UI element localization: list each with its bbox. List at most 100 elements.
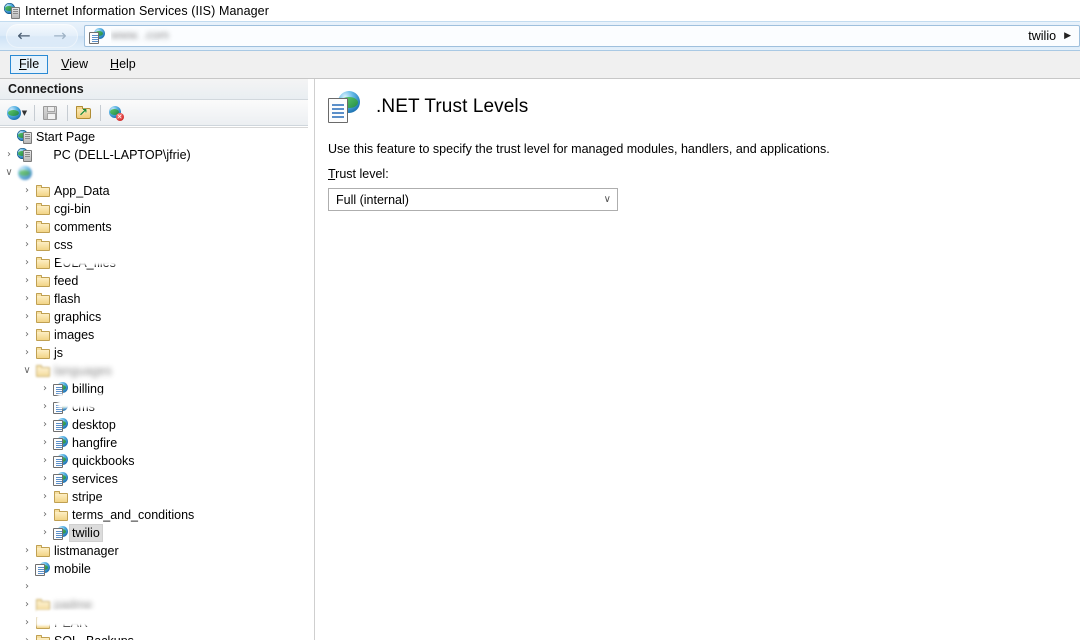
menu-bar: File View Help [0,51,1080,79]
chevron-right-icon[interactable]: › [20,596,34,614]
forward-arrow-icon[interactable]: → [53,28,66,44]
folder-icon [34,308,51,326]
tree-icon-none [34,578,51,596]
chevron-right-icon[interactable]: › [20,632,34,640]
chevron-right-icon[interactable]: › [38,470,52,488]
breadcrumb-current-node[interactable]: twilio [1028,29,1056,43]
chevron-down-icon[interactable]: ∨ [20,362,34,380]
chevron-right-icon[interactable]: › [38,434,52,452]
tree-item-cgi-bin[interactable]: › cgi-bin [0,200,308,218]
tree-item-terms-and-conditions[interactable]: › terms_and_conditions [0,506,308,524]
menu-item-view[interactable]: View [52,55,97,74]
page-title: .NET Trust Levels [376,96,529,117]
app-icon [52,416,69,434]
chevron-right-icon[interactable]: › [20,560,34,578]
main-content: .NET Trust Levels Use this feature to sp… [316,79,1080,640]
chevron-right-icon[interactable]: › [20,326,34,344]
tree-item-label: hangfire [72,436,118,450]
tree-item-label: feed [54,274,79,288]
panel-splitter[interactable] [308,79,315,640]
chevron-right-icon[interactable]: › [2,146,16,164]
tree-item-desktop[interactable]: › desktop [0,416,308,434]
save-icon[interactable] [39,103,61,123]
redaction-smudge [60,250,235,265]
app-icon [52,470,69,488]
chevron-down-icon: ∨ [603,194,611,205]
app-icon [52,452,69,470]
chevron-right-icon[interactable]: › [38,524,52,542]
tree-item-redacted-2[interactable]: ∨ [0,164,308,182]
tree-item-pc-dell-laptop-jfrie[interactable]: › PC (DELL-LAPTOP\jfrie) [0,146,308,164]
tree-item-hangfire[interactable]: › hangfire [0,434,308,452]
chevron-right-icon[interactable]: › [20,614,34,632]
breadcrumb-current-group: twilio ▶ [1028,29,1079,43]
chevron-right-icon[interactable]: › [38,452,52,470]
tree-item-images[interactable]: › images [0,326,308,344]
chevron-right-icon[interactable]: › [38,506,52,524]
tree-item-app-data[interactable]: › App_Data [0,182,308,200]
connections-header: Connections [0,79,308,100]
menu-file-rest: ile [26,57,40,71]
chevron-right-icon[interactable]: › [20,290,34,308]
trust-level-select[interactable]: Full (internal) ∨ [328,188,618,211]
chevron-right-icon[interactable]: › [20,236,34,254]
chevron-right-icon[interactable]: › [20,272,34,290]
tree-item-listmanager[interactable]: › listmanager [0,542,308,560]
tree-item-label: graphics [54,310,102,324]
page-header: .NET Trust Levels [316,79,1080,123]
chevron-right-icon[interactable]: › [20,308,34,326]
redaction-smudge [58,394,168,408]
folder-icon [34,362,51,380]
tree-item-services[interactable]: › services [0,470,308,488]
chevron-right-icon[interactable]: › [20,200,34,218]
folder-icon [52,488,69,506]
connections-tree[interactable]: Start Page › PC (DELL-LAPTOP\jfrie) ∨ › App_… [0,127,308,640]
menu-item-file[interactable]: File [10,55,49,74]
chevron-right-icon[interactable]: › [38,398,52,416]
folder-icon [34,254,51,272]
chevron-right-icon[interactable]: › [20,542,34,560]
tree-item-stripe[interactable]: › stripe [0,488,308,506]
trust-level-label-rest: rust level: [335,167,389,181]
chevron-right-icon[interactable]: › [20,218,34,236]
menu-help-accel: H [110,57,120,71]
menu-item-help[interactable]: Help [101,55,145,74]
connect-icon[interactable]: ▼ [6,103,28,123]
breadcrumb[interactable]: www. .com twilio ▶ [84,25,1080,47]
app-icon [34,560,51,578]
menu-file-accel: F [19,57,27,71]
back-arrow-icon[interactable]: ← [17,28,30,44]
chevron-right-icon[interactable]: › [38,380,52,398]
chevron-right-icon[interactable]: › [38,416,52,434]
tree-item-mobile[interactable]: › mobile [0,560,308,578]
tree-item-feed[interactable]: › feed [0,272,308,290]
tree-item-js[interactable]: › js [0,344,308,362]
tree-item-flash[interactable]: › flash [0,290,308,308]
chevron-right-icon[interactable]: › [38,488,52,506]
chevron-right-icon[interactable]: › [20,254,34,272]
tree-item-redacted-25[interactable]: › [0,578,308,596]
tree-item-graphics[interactable]: › graphics [0,308,308,326]
tree-item-quickbooks[interactable]: › quickbooks [0,452,308,470]
tree-item-label: languages [54,364,112,378]
trust-level-value: Full (internal) [336,192,409,207]
tree-item-sql-backups[interactable]: › SQL_Backups [0,632,308,640]
chevron-right-icon[interactable]: › [20,182,34,200]
server-icon [16,128,33,146]
tree-item-label: js [54,346,64,360]
connect-to-site-icon[interactable]: ↗ [72,103,94,123]
menu-help-rest: elp [119,57,136,71]
chevron-down-icon[interactable]: ∨ [2,164,16,182]
chevron-right-icon[interactable]: ▶ [1064,31,1071,41]
tree-item-twilio[interactable]: › twilio [0,524,308,542]
chevron-right-icon[interactable]: › [20,578,34,596]
tree-item-label: services [72,472,118,486]
title-bar: Internet Information Services (IIS) Mana… [0,0,1080,21]
tree-item-start-page[interactable]: Start Page [0,128,308,146]
disconnect-icon[interactable]: ✕ [105,103,127,123]
tree-item-languages[interactable]: ∨ languages [0,362,308,380]
tree-item-label: twilio [69,524,103,542]
navigation-buttons: ← → [6,24,78,48]
chevron-right-icon[interactable]: › [20,344,34,362]
folder-icon [34,272,51,290]
